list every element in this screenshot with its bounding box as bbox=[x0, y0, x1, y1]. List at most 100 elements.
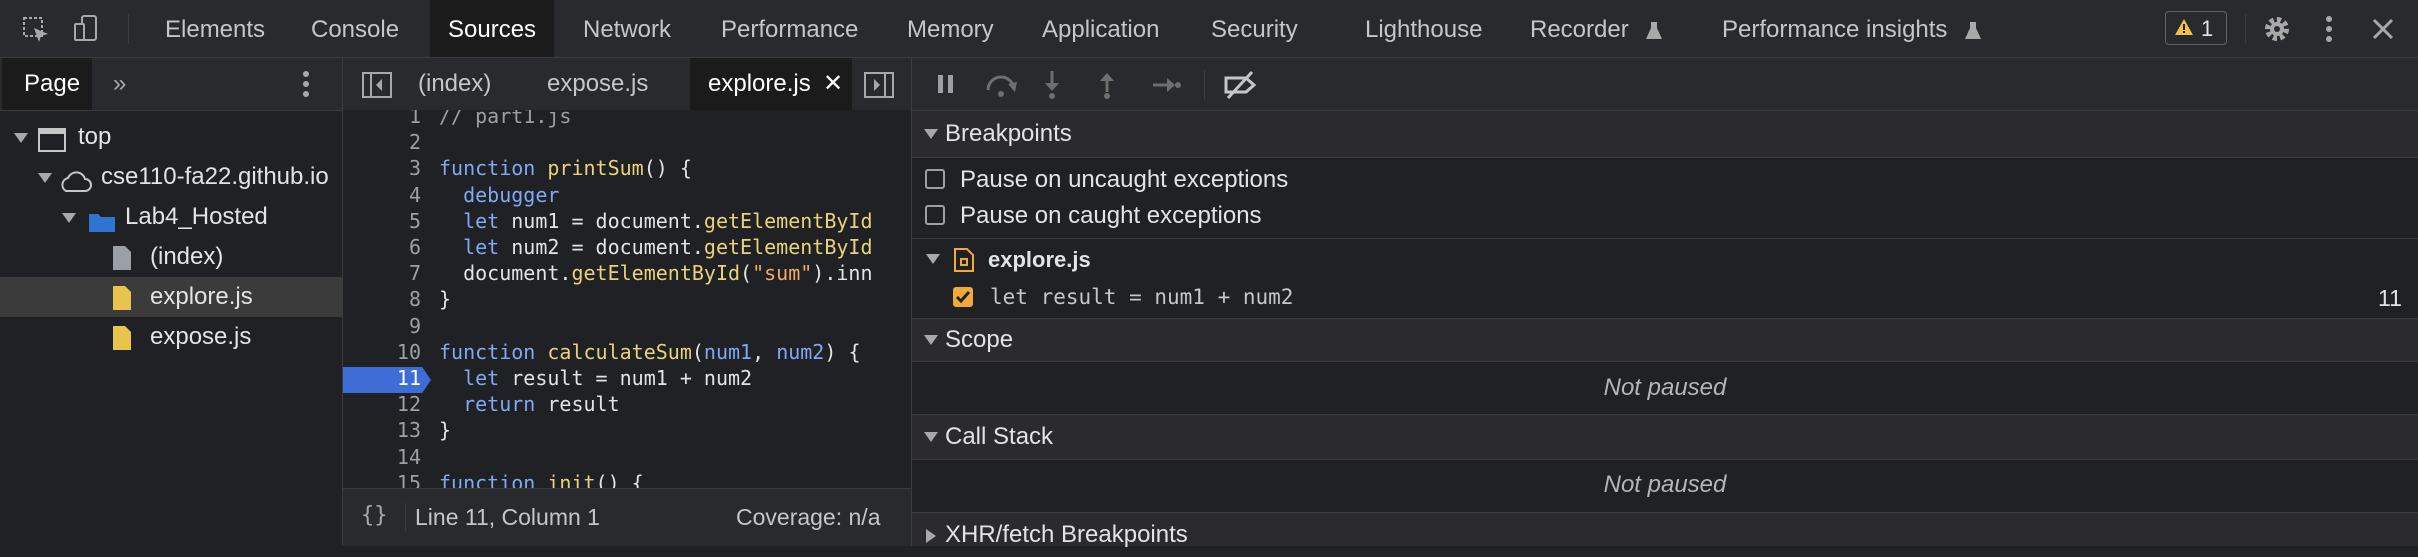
tab-sources[interactable]: Sources bbox=[430, 0, 555, 58]
code-line: let num2 = document.getElementById bbox=[463, 235, 873, 259]
breakpoint-line-number: 11 bbox=[2378, 285, 2402, 311]
more-tabs-chevron-icon[interactable]: » bbox=[113, 70, 126, 98]
line-number[interactable]: 3 bbox=[343, 156, 421, 180]
debugger-toolbar bbox=[912, 58, 2418, 110]
tab-recorder-label: Recorder bbox=[1530, 16, 1629, 43]
code-line: function printSum() { bbox=[439, 156, 692, 181]
line-number[interactable]: 6 bbox=[343, 235, 421, 259]
device-toolbar-icon[interactable] bbox=[72, 14, 102, 50]
breakpoint-file-group[interactable]: explore.js bbox=[912, 239, 2418, 281]
line-number[interactable]: 4 bbox=[343, 183, 421, 207]
pause-caught-label: Pause on caught exceptions bbox=[960, 202, 1262, 229]
toggle-navigator-icon[interactable] bbox=[362, 72, 392, 104]
tab-elements[interactable]: Elements bbox=[165, 0, 265, 58]
tree-item-explore-js[interactable]: explore.js bbox=[0, 277, 342, 317]
code-line: } bbox=[439, 287, 452, 312]
pause-icon[interactable] bbox=[936, 73, 956, 101]
line-number[interactable]: 2 bbox=[343, 130, 421, 154]
code-line: let result = num1 + num2 bbox=[463, 366, 753, 390]
settings-gear-icon[interactable] bbox=[2262, 14, 2292, 50]
breakpoint-file-name: explore.js bbox=[988, 247, 1091, 272]
tree-item-index[interactable]: (index) bbox=[0, 237, 342, 277]
code-line: let num1 = document.getElementById bbox=[463, 208, 873, 233]
call-stack-status: Not paused bbox=[1603, 471, 1727, 498]
pretty-print-icon[interactable]: {} bbox=[361, 503, 388, 528]
warning-icon bbox=[2174, 16, 2194, 43]
collapse-triangle-icon bbox=[924, 432, 938, 442]
step-out-icon[interactable] bbox=[1097, 70, 1117, 106]
close-tab-icon[interactable]: ✕ bbox=[823, 58, 843, 110]
line-number[interactable]: 14 bbox=[343, 445, 421, 469]
experiment-flask-icon bbox=[1646, 21, 1663, 39]
pause-uncaught-checkbox[interactable] bbox=[925, 169, 945, 189]
xhr-breakpoints-section-header[interactable]: XHR/fetch Breakpoints bbox=[912, 513, 2418, 548]
tab-performance[interactable]: Performance bbox=[721, 0, 858, 58]
tab-network[interactable]: Network bbox=[583, 0, 671, 58]
xhr-breakpoints-title: XHR/fetch Breakpoints bbox=[945, 521, 1188, 548]
tab-security[interactable]: Security bbox=[1211, 0, 1298, 58]
code-line: debugger bbox=[463, 182, 560, 207]
editor-tab-explore-js[interactable]: explore.js ✕ bbox=[690, 58, 852, 110]
expand-triangle-icon bbox=[14, 133, 28, 143]
step-into-icon[interactable] bbox=[1042, 70, 1062, 106]
tab-application[interactable]: Application bbox=[1042, 0, 1159, 58]
call-stack-section-header[interactable]: Call Stack bbox=[912, 415, 2418, 459]
tab-performance-insights[interactable]: Performance insights bbox=[1722, 0, 1982, 58]
line-number[interactable]: 15 bbox=[343, 471, 421, 488]
call-stack-title: Call Stack bbox=[945, 423, 1054, 450]
tree-item-domain[interactable]: cse110-fa22.github.io bbox=[0, 157, 342, 197]
deactivate-breakpoints-icon[interactable] bbox=[1222, 70, 1260, 106]
tree-item-label: explore.js bbox=[150, 283, 253, 310]
tab-recorder[interactable]: Recorder bbox=[1530, 0, 1663, 58]
cursor-position: Line 11, Column 1 bbox=[415, 504, 600, 530]
close-devtools-icon[interactable] bbox=[2371, 17, 2395, 47]
tab-lighthouse[interactable]: Lighthouse bbox=[1365, 0, 1482, 58]
toggle-debugger-icon[interactable] bbox=[864, 72, 894, 104]
pause-caught-checkbox[interactable] bbox=[925, 205, 945, 225]
tree-item-expose-js[interactable]: expose.js bbox=[0, 317, 342, 357]
line-number[interactable]: 7 bbox=[343, 261, 421, 285]
inspect-element-icon[interactable] bbox=[22, 16, 50, 50]
collapse-triangle-icon bbox=[924, 335, 938, 345]
code-line: document.getElementById("sum").inn bbox=[439, 261, 873, 286]
collapse-triangle-icon bbox=[924, 129, 938, 139]
tab-memory[interactable]: Memory bbox=[907, 0, 994, 58]
breakpoint-enabled-checkbox[interactable] bbox=[953, 287, 973, 307]
tree-item-label: cse110-fa22.github.io bbox=[101, 163, 329, 190]
editor-tab-expose-js[interactable]: expose.js bbox=[547, 58, 648, 110]
expand-triangle-icon bbox=[926, 529, 936, 543]
line-number[interactable]: 1 bbox=[343, 110, 421, 128]
scope-section-header[interactable]: Scope bbox=[912, 319, 2418, 361]
line-number[interactable]: 13 bbox=[343, 418, 421, 442]
tab-performance-insights-label: Performance insights bbox=[1722, 16, 1948, 43]
breakpoints-section-header[interactable]: Breakpoints bbox=[912, 111, 2418, 157]
navigator-tab-page[interactable]: Page bbox=[2, 58, 92, 110]
navigator-tab-page-label: Page bbox=[24, 70, 81, 97]
expand-triangle-icon bbox=[62, 213, 76, 223]
editor-tab-index[interactable]: (index) bbox=[418, 58, 491, 110]
tree-item-top[interactable]: top bbox=[0, 117, 342, 157]
line-number[interactable]: 9 bbox=[343, 314, 421, 338]
line-number[interactable]: 12 bbox=[343, 392, 421, 416]
step-icon[interactable] bbox=[1152, 74, 1182, 101]
editor-tab-label: explore.js bbox=[708, 70, 811, 97]
tree-item-label: top bbox=[78, 123, 112, 150]
step-over-icon[interactable] bbox=[984, 72, 1018, 104]
collapse-triangle-icon bbox=[926, 254, 940, 264]
code-editor[interactable]: 1 // part1.js 2 3 function printSum() { 4 deb… bbox=[343, 110, 911, 488]
line-number[interactable]: 5 bbox=[343, 209, 421, 233]
line-number[interactable]: 10 bbox=[343, 340, 421, 364]
tree-item-lab4-hosted[interactable]: Lab4_Hosted bbox=[0, 197, 342, 237]
scope-status: Not paused bbox=[1603, 374, 1727, 401]
line-number[interactable]: 11 bbox=[343, 366, 421, 390]
js-file-icon bbox=[112, 324, 132, 364]
coverage-status[interactable]: Coverage: n/a bbox=[736, 504, 880, 531]
line-number[interactable]: 8 bbox=[343, 287, 421, 311]
warnings-badge[interactable]: 1 bbox=[2165, 11, 2227, 45]
code-line: function calculateSum(num1, num2) { bbox=[439, 339, 861, 364]
more-options-icon[interactable] bbox=[2323, 14, 2335, 50]
navigator-menu-icon[interactable] bbox=[302, 69, 310, 105]
tree-item-label: expose.js bbox=[150, 323, 252, 350]
code-line: // part1.js bbox=[439, 110, 572, 128]
tab-console[interactable]: Console bbox=[311, 0, 399, 58]
